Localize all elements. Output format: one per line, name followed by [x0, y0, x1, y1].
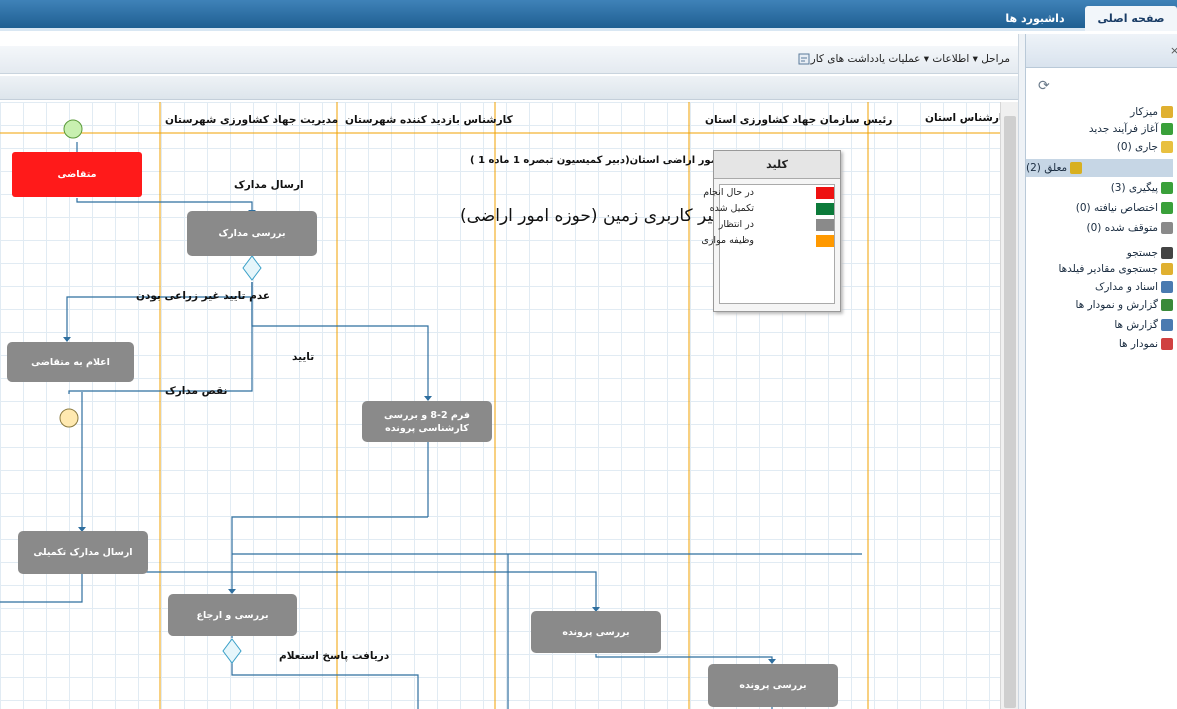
flow-label-receive-inquiry: دریافت پاسخ استعلام — [279, 650, 390, 662]
scrollbar-thumb[interactable] — [1004, 116, 1016, 708]
flow-label-defect-docs: نقص مدارک — [165, 385, 228, 397]
top-bar: داشبورد ها صفحه اصلی — [0, 0, 1177, 31]
diagram-toolbar: مراحل ▾ اطلاعات ▾ عملیات یادداشت های کار — [0, 46, 1018, 74]
nav-item-label: متوقف شده (0) — [1086, 222, 1159, 234]
lane-label-county-management: مدیریت جهاد کشاورزی شهرستان — [165, 114, 339, 126]
nav-item-label: آغاز فرآیند جدید — [1088, 123, 1158, 135]
nav-item[interactable]: گزارش ها — [1114, 316, 1173, 334]
nav-item[interactable]: معلق (2) — [1026, 159, 1173, 177]
tab-dashboards[interactable]: داشبورد ها — [995, 6, 1075, 31]
nav-item-label: نمودار ها — [1118, 338, 1158, 350]
flow-lines — [0, 102, 1000, 709]
legend-swatch — [816, 219, 834, 231]
chart-icon — [1161, 338, 1173, 350]
legend-body: در حال انجام تکمیل شده در انتظار وظیفه مواز… — [701, 184, 835, 304]
desk-icon — [1161, 106, 1173, 118]
report-list-icon — [1161, 319, 1173, 331]
task-review-file[interactable]: بررسی پرونده — [708, 664, 838, 707]
nav-item-label: گزارش و نمودار ها — [1075, 299, 1159, 311]
nav-item-label: جستجو — [1126, 247, 1158, 259]
pencil-icon — [1070, 162, 1083, 174]
legend-label: وظیفه موازی — [701, 235, 754, 246]
panel-splitter[interactable] — [1018, 34, 1025, 709]
side-panel: × ⟳ میزکار آغاز فرآیند جدید جاری (0) معلق (… — [1025, 34, 1177, 709]
nav-item[interactable]: اختصاص نیافته (0) — [1076, 199, 1173, 217]
side-panel-header: × — [1026, 34, 1177, 68]
nav-item-label: اختصاص نیافته (0) — [1075, 202, 1158, 214]
nav-item-label: پیگیری (3) — [1110, 182, 1158, 194]
refresh-icon[interactable]: ⟳ — [1038, 78, 1050, 94]
document-icon — [1161, 281, 1173, 293]
notes-icon[interactable] — [797, 52, 811, 66]
search-icon — [1161, 263, 1173, 275]
flow-label-not-agricultural: عدم تایید غیر زراعی بودن — [136, 290, 271, 302]
close-icon[interactable]: × — [1170, 44, 1177, 57]
tab-home[interactable]: صفحه اصلی — [1085, 6, 1177, 31]
legend-swatch — [816, 187, 834, 199]
diagram-subbar — [0, 76, 1018, 100]
toolbar-menu[interactable]: مراحل ▾ اطلاعات ▾ عملیات یادداشت های کار — [811, 53, 1010, 65]
task-review-file[interactable]: بررسی پرونده — [531, 611, 661, 653]
nav-item-label: معلق (2) — [1026, 162, 1068, 174]
legend-item: تکمیل شده — [709, 201, 834, 217]
lane-label-province-expert: کارشناس استان — [925, 112, 1000, 124]
task-notify-applicant[interactable]: اعلام به متقاضی — [7, 342, 134, 382]
task-send-supplementary[interactable]: ارسال مدارک تکمیلی — [18, 531, 148, 574]
legend-title: کلید — [714, 151, 840, 179]
nav-item[interactable]: اسناد و مدارک — [1095, 278, 1173, 296]
nav-item[interactable]: گزارش و نمودار ها — [1075, 296, 1173, 314]
vertical-scrollbar[interactable] — [1000, 102, 1018, 709]
task-form-review[interactable]: فرم 2-8 و بررسی کارشناسی پرونده — [362, 401, 492, 442]
process-diagram: کارشناس استان رئیس سازمان جهاد کشاورزی ا… — [0, 102, 1000, 709]
legend-item: در انتظار — [718, 217, 834, 233]
folder-icon — [1161, 141, 1173, 153]
nav-item-label: جستجوی مقادیر فیلدها — [1058, 263, 1158, 275]
nav-item-label: میزکار — [1130, 106, 1158, 118]
legend-swatch — [816, 235, 834, 247]
nav-item[interactable]: پیگیری (3) — [1111, 179, 1173, 197]
nav-item[interactable]: نمودار ها — [1119, 335, 1173, 353]
pause-icon — [1161, 222, 1173, 234]
task-review-docs[interactable]: بررسی مدارک — [187, 211, 317, 256]
nav-item[interactable]: جاری (0) — [1117, 138, 1173, 156]
nav-item-label: گزارش ها — [1114, 319, 1158, 331]
assign-icon — [1161, 202, 1173, 214]
lane-label-province-head: رئیس سازمان جهاد کشاورزی استان — [705, 114, 893, 126]
diagram-title: تغییر کاربری زمین (حوزه امور اراضی) — [460, 206, 731, 226]
binoculars-icon — [1161, 247, 1173, 259]
legend: کلید در حال انجام تکمیل شده در انتظار وظیفه… — [701, 150, 841, 312]
nav-item[interactable]: جستجوی مقادیر فیلدها — [1058, 260, 1173, 278]
legend-label: تکمیل شده — [709, 203, 754, 214]
flow-label-approve: تایید — [292, 351, 315, 363]
legend-swatch — [816, 203, 834, 215]
lane-label-county-inspector: کارشناس بازدید کننده شهرستان — [345, 114, 513, 126]
start-icon — [1161, 123, 1173, 135]
legend-item: وظیفه موازی — [701, 233, 834, 249]
nav-item-label: اسناد و مدارک — [1094, 281, 1158, 293]
nav-item[interactable]: میزکار — [1130, 103, 1173, 121]
diagram-subtitle: مدیر امور اراضی استان(دبیر کمیسیون تبصره… — [470, 155, 746, 166]
arrow-icon — [1161, 182, 1173, 194]
nav-item-label: جاری (0) — [1116, 141, 1158, 153]
flow-label-send-docs: ارسال مدارک — [234, 179, 304, 191]
report-icon — [1161, 299, 1173, 311]
legend-label: در حال انجام — [703, 187, 754, 198]
nav-item[interactable]: متوقف شده (0) — [1086, 219, 1173, 237]
nav-item[interactable]: آغاز فرآیند جدید — [1089, 120, 1173, 138]
legend-label: در انتظار — [718, 219, 754, 230]
task-review-refer[interactable]: بررسی و ارجاع — [168, 594, 297, 636]
task-applicant[interactable]: متقاضی — [12, 152, 142, 197]
legend-item: در حال انجام — [703, 185, 834, 201]
